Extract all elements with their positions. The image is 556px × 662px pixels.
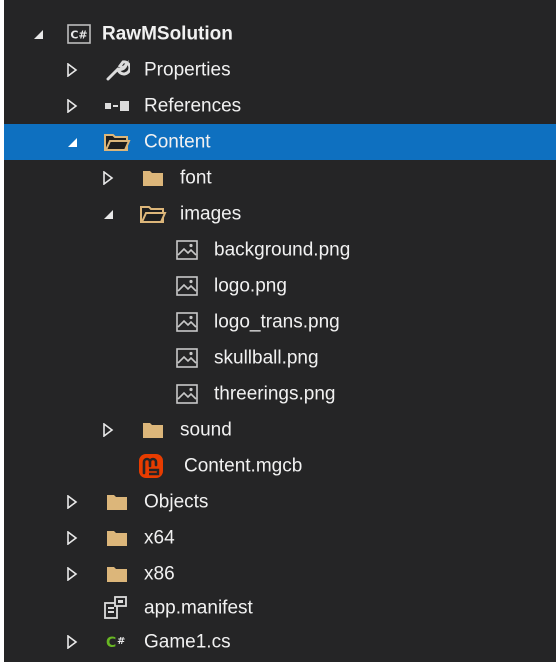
tree-item-label: app.manifest [144,597,253,619]
folder-icon [138,165,168,191]
solution-explorer: C# RawMSolution Properties References Co… [4,0,556,662]
wrench-icon [102,57,132,83]
collapsed-arrow-icon[interactable] [100,170,116,186]
tree-item-label: threerings.png [214,383,336,405]
tree-item-label: images [180,203,242,225]
expanded-arrow-icon[interactable] [30,26,46,42]
tree-item-x64[interactable]: x64 [4,520,556,556]
folder-icon [138,417,168,443]
tree-item-game1-cs[interactable]: C # Game1.cs [4,624,556,660]
tree-item-objects[interactable]: Objects [4,484,556,520]
tree-item-images[interactable]: images [4,196,556,232]
folder-open-icon [102,129,132,155]
manifest-icon [100,595,130,621]
tree-item-references[interactable]: References [4,88,556,124]
tree-item-label: logo_trans.png [214,311,340,333]
tree-item-label: x86 [144,563,175,585]
tree-item-label: background.png [214,239,351,261]
folder-icon [102,525,132,551]
tree-item-properties[interactable]: Properties [4,52,556,88]
tree-item-app-manifest[interactable]: app.manifest [4,590,556,626]
collapsed-arrow-icon[interactable] [64,530,80,546]
svg-text:C: C [106,635,116,651]
expanded-arrow-icon[interactable] [100,206,116,222]
tree-item-label: RawMSolution [102,23,233,45]
folder-icon [102,561,132,587]
collapsed-arrow-icon[interactable] [64,566,80,582]
tree-item-label: skullball.png [214,347,319,369]
tree-item-label: Content [144,131,211,153]
image-file-icon [172,273,202,299]
tree-item-logo-png[interactable]: logo.png [4,268,556,304]
monogame-icon [136,453,166,479]
tree-item-font[interactable]: font [4,160,556,196]
tree-item-label: sound [180,419,232,441]
tree-item-rawmsolution[interactable]: C# RawMSolution [4,16,556,52]
image-file-icon [172,345,202,371]
collapsed-arrow-icon[interactable] [64,634,80,650]
tree-item-threerings-png[interactable]: threerings.png [4,376,556,412]
collapsed-arrow-icon[interactable] [100,422,116,438]
csharp-project-icon: C# [64,21,94,47]
tree-item-label: References [144,95,242,117]
csharp-file-icon: C # [102,629,132,655]
image-file-icon [172,309,202,335]
tree-item-label: Properties [144,59,231,81]
tree-item-sound[interactable]: sound [4,412,556,448]
tree-item-logo-trans-png[interactable]: logo_trans.png [4,304,556,340]
svg-text:#: # [117,636,125,647]
tree-item-label: Objects [144,491,209,513]
tree-item-label: logo.png [214,275,287,297]
tree-item-label: font [180,167,212,189]
tree-item-skullball-png[interactable]: skullball.png [4,340,556,376]
collapsed-arrow-icon[interactable] [64,62,80,78]
image-file-icon [172,381,202,407]
references-icon [102,93,132,119]
collapsed-arrow-icon[interactable] [64,98,80,114]
expanded-arrow-icon[interactable] [64,134,80,150]
collapsed-arrow-icon[interactable] [64,494,80,510]
tree-item-label: Game1.cs [144,631,231,653]
image-file-icon [172,237,202,263]
tree-item-content-mgcb[interactable]: Content.mgcb [4,448,556,484]
tree-item-background-png[interactable]: background.png [4,232,556,268]
folder-icon [102,489,132,515]
tree-item-content[interactable]: Content [4,124,556,160]
tree-item-label: x64 [144,527,175,549]
svg-text:C#: C# [70,29,87,42]
folder-open-icon [138,201,168,227]
tree-item-x86[interactable]: x86 [4,556,556,592]
tree-item-label: Content.mgcb [184,455,303,477]
